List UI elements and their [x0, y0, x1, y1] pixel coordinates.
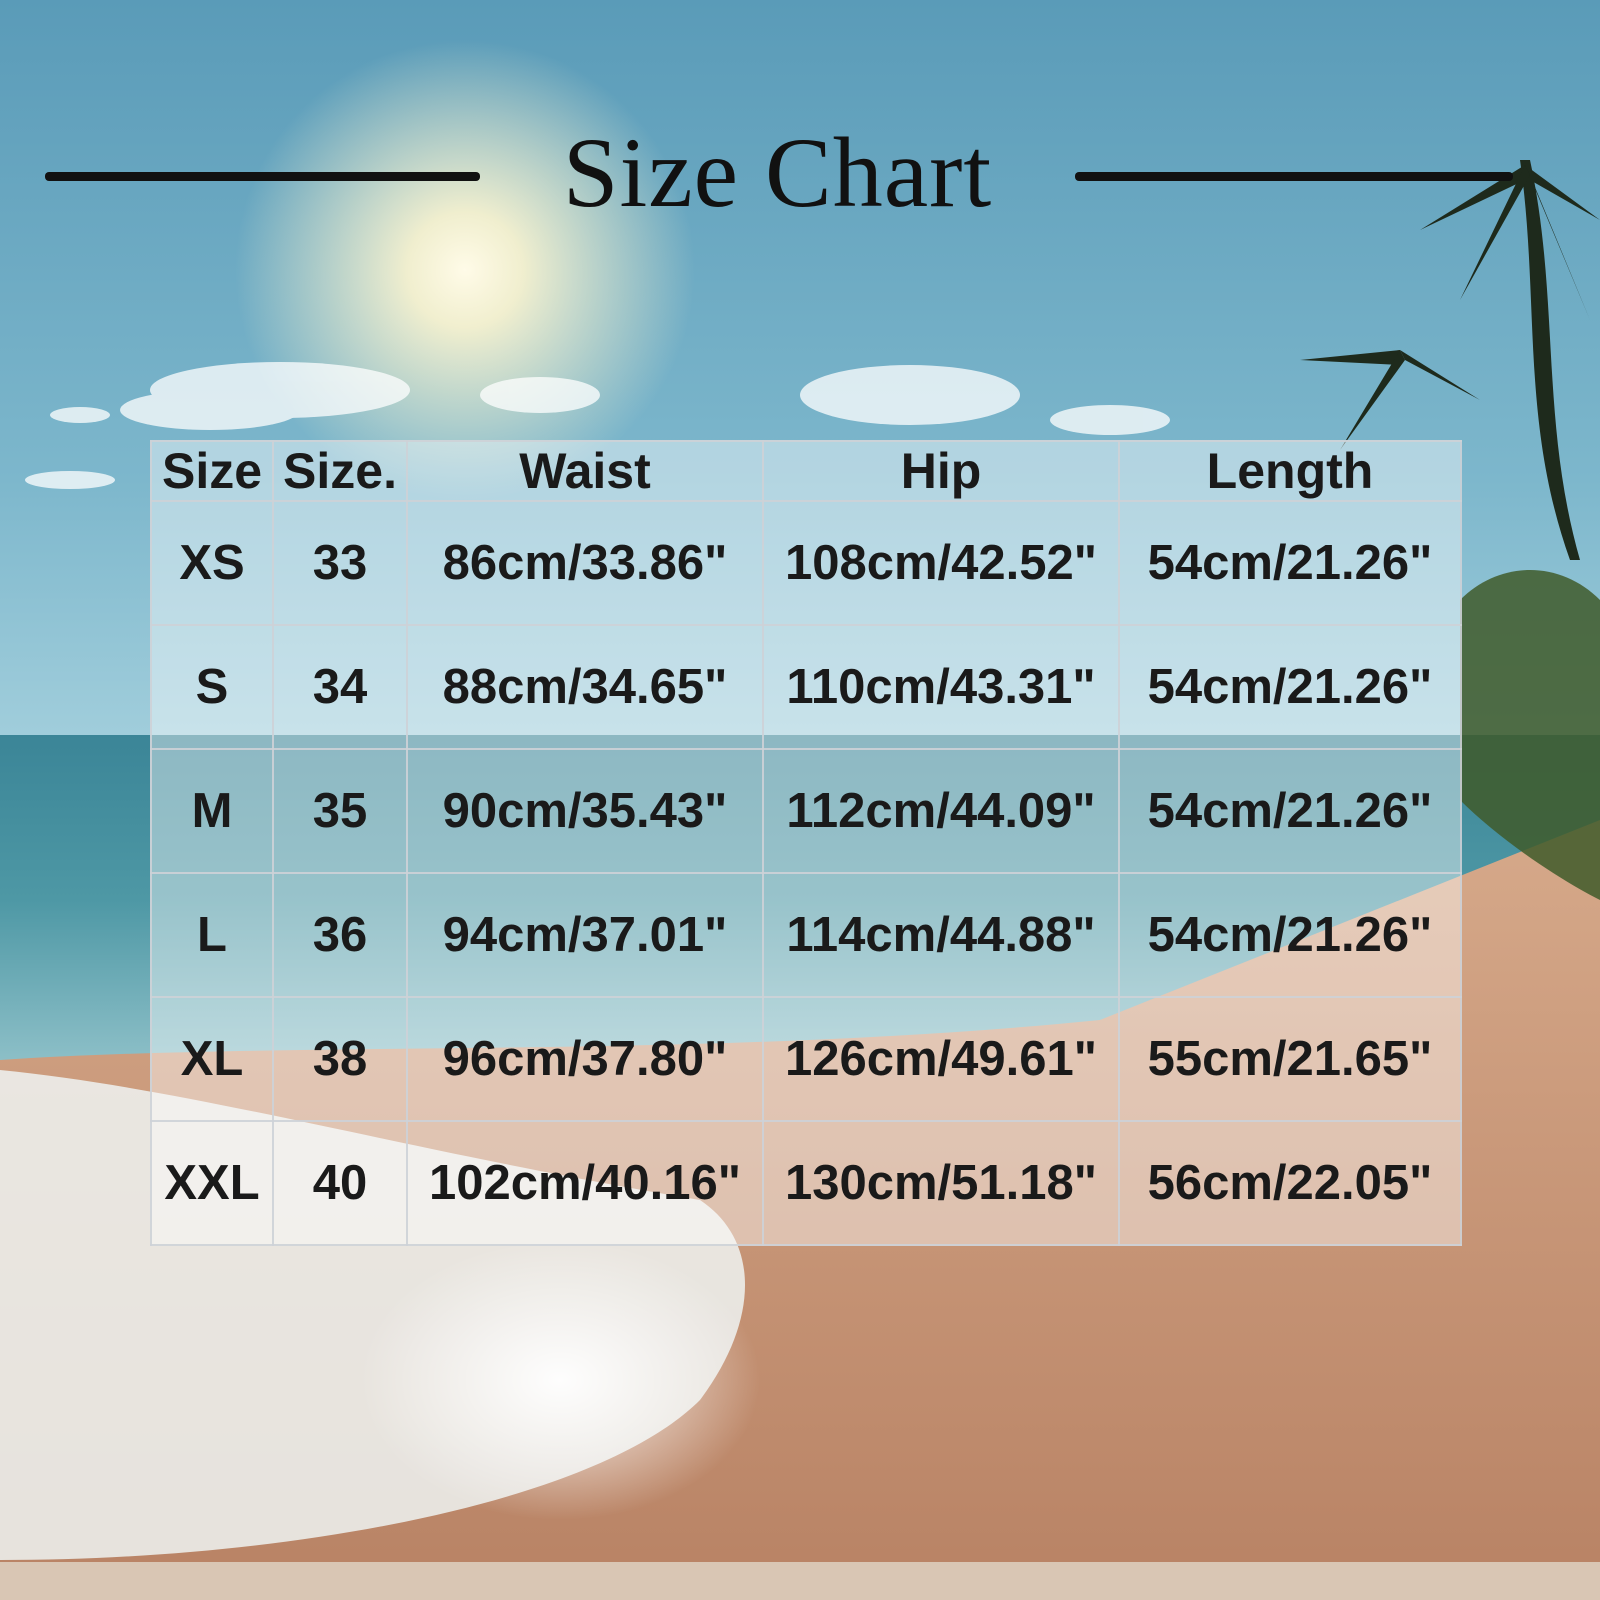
cell-waist: 94cm/37.01" [406, 872, 764, 998]
cell-hip: 112cm/44.09" [762, 748, 1120, 874]
header-size: Size [150, 440, 274, 502]
cell-waist: 96cm/37.80" [406, 996, 764, 1122]
cell-hip: 108cm/42.52" [762, 500, 1120, 626]
cell-hip: 130cm/51.18" [762, 1120, 1120, 1246]
page-title: Size Chart [562, 117, 993, 228]
cell-waist: 88cm/34.65" [406, 624, 764, 750]
cell-waist: 86cm/33.86" [406, 500, 764, 626]
cell-size-number: 35 [272, 748, 408, 874]
cell-size: L [150, 872, 274, 998]
cell-length: 54cm/21.26" [1118, 872, 1462, 998]
cell-waist: 102cm/40.16" [406, 1120, 764, 1246]
title-rule-left [45, 172, 480, 181]
header-length: Length [1118, 440, 1462, 502]
cell-length: 54cm/21.26" [1118, 500, 1462, 626]
cell-size: S [150, 624, 274, 750]
cell-size-number: 34 [272, 624, 408, 750]
cell-size-number: 40 [272, 1120, 408, 1246]
table-row: XL 38 96cm/37.80" 126cm/49.61" 55cm/21.6… [150, 996, 1462, 1122]
cell-size-number: 33 [272, 500, 408, 626]
header-waist: Waist [406, 440, 764, 502]
cell-size: XS [150, 500, 274, 626]
cell-hip: 110cm/43.31" [762, 624, 1120, 750]
size-table-container: Size Size. Waist Hip Length XS 33 86cm/3… [150, 440, 1462, 1246]
header-hip: Hip [762, 440, 1120, 502]
table-row: XS 33 86cm/33.86" 108cm/42.52" 54cm/21.2… [150, 500, 1462, 626]
cell-size: XL [150, 996, 274, 1122]
cell-size: XXL [150, 1120, 274, 1246]
table-header-row: Size Size. Waist Hip Length [150, 440, 1462, 502]
cell-size: M [150, 748, 274, 874]
cell-length: 54cm/21.26" [1118, 748, 1462, 874]
cell-hip: 114cm/44.88" [762, 872, 1120, 998]
size-table: Size Size. Waist Hip Length XS 33 86cm/3… [150, 440, 1462, 1246]
cell-hip: 126cm/49.61" [762, 996, 1120, 1122]
header-size-number: Size. [272, 440, 408, 502]
cell-length: 55cm/21.65" [1118, 996, 1462, 1122]
cell-size-number: 38 [272, 996, 408, 1122]
cell-length: 54cm/21.26" [1118, 624, 1462, 750]
table-row: XXL 40 102cm/40.16" 130cm/51.18" 56cm/22… [150, 1120, 1462, 1246]
table-row: M 35 90cm/35.43" 112cm/44.09" 54cm/21.26… [150, 748, 1462, 874]
cell-length: 56cm/22.05" [1118, 1120, 1462, 1246]
table-row: L 36 94cm/37.01" 114cm/44.88" 54cm/21.26… [150, 872, 1462, 998]
cell-waist: 90cm/35.43" [406, 748, 764, 874]
table-row: S 34 88cm/34.65" 110cm/43.31" 54cm/21.26… [150, 624, 1462, 750]
title-rule-right [1075, 172, 1513, 181]
cell-size-number: 36 [272, 872, 408, 998]
